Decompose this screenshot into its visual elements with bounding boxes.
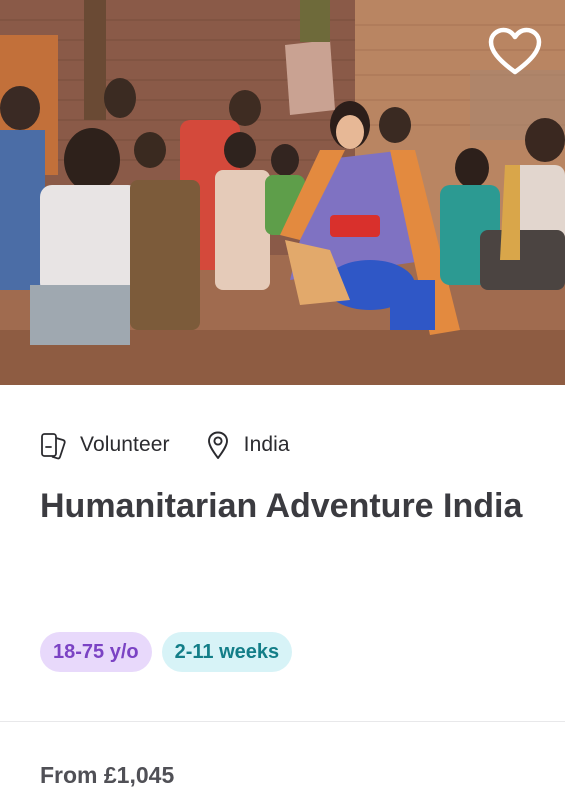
map-pin-icon: [204, 430, 232, 460]
phone-cards-icon: [40, 430, 68, 460]
location-info: India: [204, 430, 290, 460]
program-tags: 18-75 y/o 2-11 weeks: [40, 632, 302, 672]
duration-badge: 2-11 weeks: [161, 632, 293, 672]
program-meta: Volunteer India: [40, 428, 324, 462]
program-photo[interactable]: [0, 0, 565, 385]
price-label: From £1,045: [40, 762, 175, 788]
category-label: Volunteer: [80, 433, 170, 456]
category-info: Volunteer: [40, 430, 170, 460]
program-title[interactable]: Humanitarian Adventure India: [40, 482, 530, 530]
divider: [0, 721, 565, 722]
location-label: India: [243, 433, 290, 456]
age-range-badge: 18-75 y/o: [40, 632, 152, 672]
heart-icon: [488, 27, 542, 75]
program-card[interactable]: Volunteer India Humanitarian Adventure I…: [0, 0, 565, 800]
favorite-button[interactable]: [487, 26, 543, 78]
